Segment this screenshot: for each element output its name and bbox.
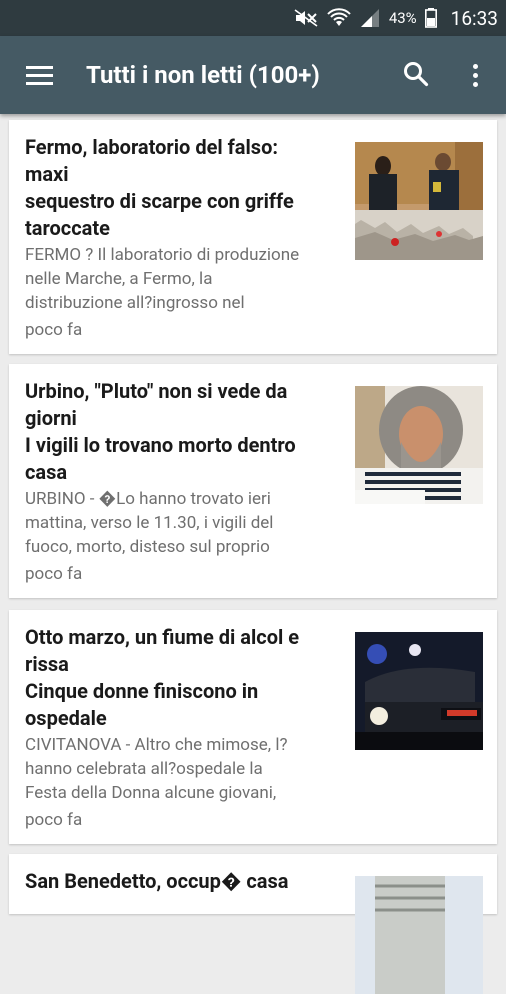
article-thumbnail [355, 632, 483, 750]
article-headline: San Benedetto, occup� casa [25, 868, 343, 895]
article-summary: FERMO ? Il laboratorio di produzione nel… [25, 243, 345, 315]
page-title: Tutti i non letti (100+) [86, 61, 320, 89]
status-icons: 43% 16:33 [293, 0, 498, 36]
headline-line: rissa [25, 652, 69, 676]
more-options-icon[interactable] [464, 60, 486, 90]
article-headline: Urbino, "Pluto" non si vede da giorni I … [25, 378, 343, 486]
headline-line: San Benedetto, occup� casa [25, 869, 289, 893]
article-time: poco fa [25, 320, 83, 340]
summary-line: URBINO - �Lo hanno trovato ieri [25, 489, 271, 509]
article-time: poco fa [25, 810, 83, 830]
summary-line: CIVITANOVA - Altro che mimose, l? [25, 735, 288, 755]
menu-icon[interactable] [26, 66, 54, 86]
article-card[interactable]: San Benedetto, occup� casa [9, 854, 497, 994]
summary-line: nelle Marche, a Fermo, la [25, 269, 213, 289]
article-time: poco fa [25, 564, 83, 584]
headline-line: taroccate [25, 216, 110, 240]
headline-line: ospedale [25, 706, 107, 730]
article-thumbnail [355, 876, 483, 994]
summary-line: hanno celebrata all?ospedale la [25, 759, 263, 779]
article-summary: CIVITANOVA - Altro che mimose, l? hanno … [25, 733, 345, 805]
battery-icon [424, 8, 437, 28]
article-thumbnail [355, 386, 483, 504]
app-bar: Tutti i non letti (100+) [0, 36, 506, 114]
signal-icon [360, 9, 379, 27]
headline-line: maxi [25, 162, 69, 186]
headline-line: giorni [25, 406, 77, 430]
article-headline: Fermo, laboratorio del falso: maxi seque… [25, 134, 343, 242]
summary-line: Festa della Donna alcune giovani, [25, 783, 277, 803]
headline-line: sequestro di scarpe con griffe [25, 189, 294, 213]
article-summary: URBINO - �Lo hanno trovato ieri mattina,… [25, 487, 345, 559]
article-card[interactable]: Urbino, "Pluto" non si vede da giorni I … [9, 364, 497, 598]
clock: 16:33 [450, 6, 498, 30]
summary-line: distribuzione all?ingrosso nel [25, 293, 245, 313]
summary-line: fuoco, morto, disteso sul proprio [25, 537, 270, 557]
article-headline: Otto marzo, un fiume di alcol e rissa Ci… [25, 624, 343, 732]
summary-line: mattina, verso le 11.30, i vigili del [25, 513, 274, 533]
headline-line: casa [25, 460, 68, 484]
status-bar: 43% 16:33 [0, 0, 506, 36]
headline-line: Fermo, laboratorio del falso: [25, 135, 278, 159]
article-thumbnail [355, 142, 483, 260]
headline-line: Urbino, "Pluto" non si vede da [25, 379, 288, 403]
headline-line: Otto marzo, un fiume di alcol e [25, 625, 300, 649]
article-card[interactable]: Fermo, laboratorio del falso: maxi seque… [9, 120, 497, 354]
summary-line: FERMO ? Il laboratorio di produzione [25, 245, 300, 265]
headline-line: I vigili lo trovano morto dentro [25, 433, 296, 457]
battery-percent: 43% [388, 9, 417, 27]
headline-line: Cinque donne finiscono in [25, 679, 259, 703]
wifi-icon [327, 8, 351, 26]
search-icon[interactable] [402, 60, 430, 88]
article-card[interactable]: Otto marzo, un fiume di alcol e rissa Ci… [9, 610, 497, 844]
mute-icon [294, 9, 318, 27]
